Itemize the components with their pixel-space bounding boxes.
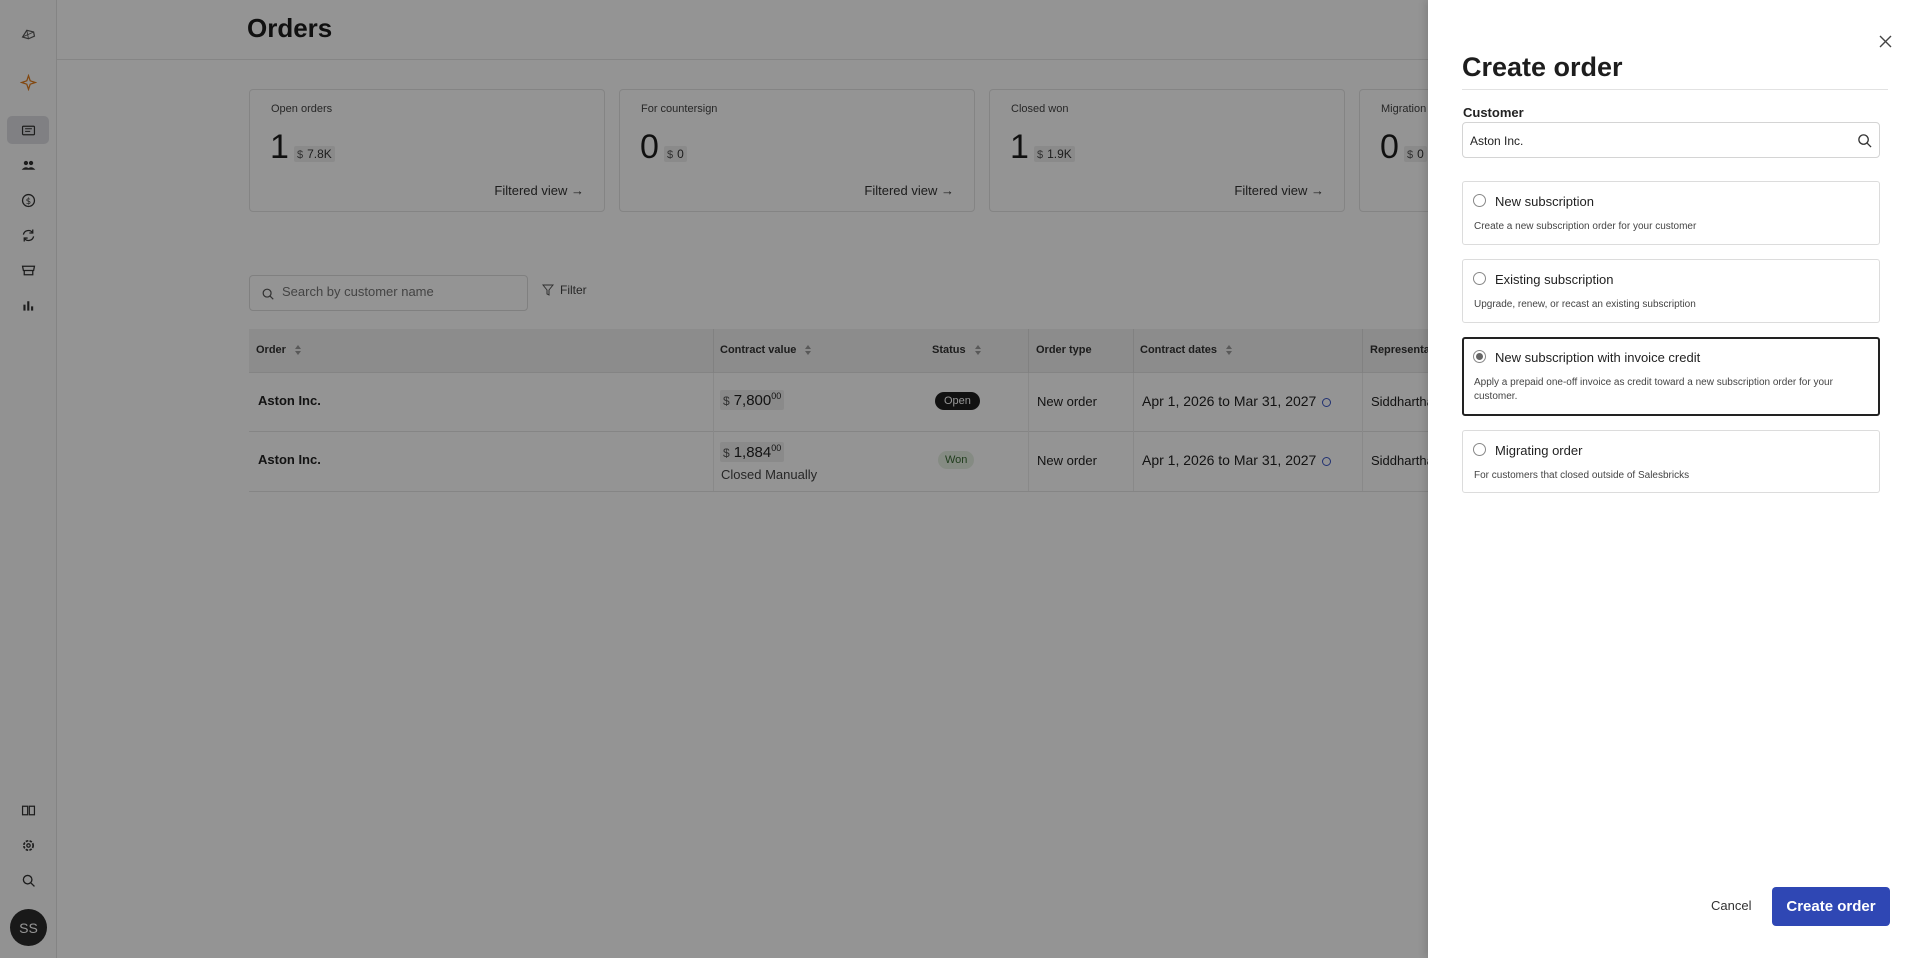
option-description: Upgrade, renew, or recast an existing su… xyxy=(1474,299,1696,310)
create-order-panel: Create order Customer Aston Inc. New sub… xyxy=(1428,0,1921,958)
radio-button[interactable] xyxy=(1473,194,1486,207)
option-description: For customers that closed outside of Sal… xyxy=(1474,470,1690,481)
divider xyxy=(1462,89,1888,90)
option-description: Create a new subscription order for your… xyxy=(1474,221,1697,232)
search-icon[interactable] xyxy=(1857,133,1872,148)
radio-button[interactable] xyxy=(1473,443,1486,456)
option-invoice-credit[interactable]: New subscription with invoice credit App… xyxy=(1462,337,1880,416)
cancel-button[interactable]: Cancel xyxy=(1711,898,1751,913)
close-button[interactable] xyxy=(1876,32,1894,50)
create-order-button[interactable]: Create order xyxy=(1772,887,1890,926)
option-title: Existing subscription xyxy=(1495,272,1614,287)
option-title: Migrating order xyxy=(1495,443,1583,458)
radio-button[interactable] xyxy=(1473,272,1486,285)
option-title: New subscription xyxy=(1495,194,1594,209)
option-new-subscription[interactable]: New subscription Create a new subscripti… xyxy=(1462,181,1880,245)
panel-title: Create order xyxy=(1462,52,1623,82)
option-description: Apply a prepaid one-off invoice as credi… xyxy=(1474,377,1833,402)
customer-label: Customer xyxy=(1463,105,1524,120)
radio-button-selected[interactable] xyxy=(1473,350,1486,363)
customer-value: Aston Inc. xyxy=(1470,134,1524,148)
option-title: New subscription with invoice credit xyxy=(1495,350,1701,365)
option-migrating-order[interactable]: Migrating order For customers that close… xyxy=(1462,430,1880,493)
customer-field[interactable]: Aston Inc. xyxy=(1462,122,1880,158)
close-icon xyxy=(1879,35,1891,47)
option-existing-subscription[interactable]: Existing subscription Upgrade, renew, or… xyxy=(1462,259,1880,323)
